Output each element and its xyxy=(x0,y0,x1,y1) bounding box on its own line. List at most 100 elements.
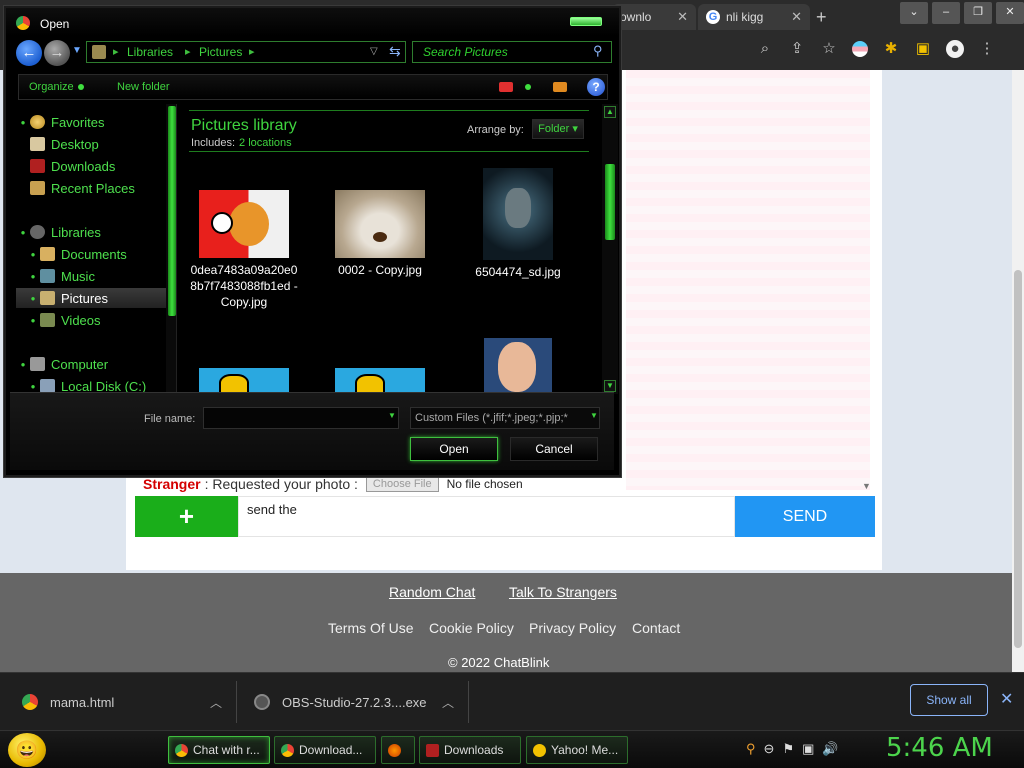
tab-search-button[interactable]: ⌄ xyxy=(900,2,928,24)
file-type-select[interactable]: Custom Files (*.jfif;*.jpeg;*.pjp;* xyxy=(410,407,600,429)
open-button[interactable]: Open xyxy=(410,437,498,461)
download-item[interactable]: OBS-Studio-27.2.3....exe ︿ xyxy=(254,673,454,731)
view-dropdown-icon[interactable] xyxy=(525,84,531,90)
address-bar[interactable]: ▸ Libraries ▸ Pictures ▸ ▽ ⇆ xyxy=(86,41,406,63)
refresh-icon[interactable]: ⇆ xyxy=(389,43,401,60)
close-tab-icon[interactable]: ✕ xyxy=(791,9,802,25)
dialog-titlebar[interactable]: Open xyxy=(6,8,619,36)
breadcrumb-pictures[interactable]: Pictures xyxy=(199,45,242,59)
star-icon[interactable]: ☆ xyxy=(820,40,838,58)
network-tray-icon[interactable]: ▣ xyxy=(802,741,814,757)
footer-link-cookie[interactable]: Cookie Policy xyxy=(429,620,514,636)
expand-icon[interactable]: ● xyxy=(16,118,30,127)
minimize-button[interactable]: – xyxy=(932,2,960,24)
download-item[interactable]: mama.html ︿ xyxy=(22,673,222,731)
organize-button[interactable]: Organize xyxy=(29,81,84,93)
chat-scroll-down-icon[interactable]: ▼ xyxy=(862,481,871,491)
close-downloads-icon[interactable]: ✕ xyxy=(1000,689,1013,709)
recent-locations-dropdown-icon[interactable]: ▼ xyxy=(72,45,82,56)
minus-tray-icon[interactable]: ⊖ xyxy=(764,741,775,757)
nav-item-computer[interactable]: ● Computer xyxy=(16,354,166,374)
file-item[interactable] xyxy=(463,338,573,394)
taskbar-button-chat[interactable]: Chat with r... xyxy=(168,736,270,764)
scroll-down-icon[interactable]: ▼ xyxy=(604,380,616,392)
file-type-dropdown-icon[interactable]: ▼ xyxy=(590,411,598,420)
scroll-up-icon[interactable]: ▲ xyxy=(604,106,616,118)
profile-icon[interactable]: ● xyxy=(946,40,964,58)
expand-icon[interactable]: ● xyxy=(26,316,40,325)
nav-item-music[interactable]: ● Music xyxy=(16,266,166,286)
clock[interactable]: 5:46 AM xyxy=(886,733,993,763)
sidebar-icon[interactable]: ▣ xyxy=(914,40,932,58)
close-window-button[interactable]: ✕ xyxy=(996,2,1024,24)
back-arrow-icon[interactable]: ← xyxy=(16,40,42,66)
file-item[interactable] xyxy=(325,368,435,394)
nav-item-pictures[interactable]: ● Pictures xyxy=(16,288,166,308)
choose-file-button[interactable]: Choose File xyxy=(365,476,439,492)
expand-icon[interactable]: ● xyxy=(26,294,40,303)
cancel-button[interactable]: Cancel xyxy=(510,437,598,461)
help-button[interactable]: ? xyxy=(587,78,605,96)
browser-tab-downloads[interactable]: ownlo ✕ xyxy=(612,4,696,30)
forward-arrow-icon[interactable]: → xyxy=(44,40,70,66)
footer-link-terms[interactable]: Terms Of Use xyxy=(328,620,414,636)
footer-link-contact[interactable]: Contact xyxy=(632,620,680,636)
chevron-up-icon[interactable]: ︿ xyxy=(442,694,454,711)
scrollbar-thumb[interactable] xyxy=(605,164,615,240)
preview-pane-icon[interactable] xyxy=(553,82,567,92)
file-item[interactable]: 6504474_sd.jpg xyxy=(463,168,573,280)
expand-icon[interactable]: ● xyxy=(16,360,30,369)
scrollbar-thumb[interactable] xyxy=(1014,270,1022,648)
file-item[interactable]: 0002 - Copy.jpg xyxy=(325,190,435,278)
expand-icon[interactable]: ● xyxy=(26,250,40,259)
show-all-button[interactable]: Show all xyxy=(910,684,988,716)
chevron-up-icon[interactable]: ︿ xyxy=(210,694,222,711)
page-scrollbar[interactable] xyxy=(1012,70,1024,672)
file-item[interactable]: 0dea7483a09a20e08b7f7483088fb1ed - Copy.… xyxy=(189,190,299,310)
flag-tray-icon[interactable]: ⚑ xyxy=(782,741,794,757)
file-name-dropdown-icon[interactable]: ▼ xyxy=(388,411,396,420)
file-list-scrollbar[interactable]: ▲ ▼ xyxy=(602,104,618,394)
footer-link-privacy[interactable]: Privacy Policy xyxy=(529,620,616,636)
nav-item-recent-places[interactable]: Recent Places xyxy=(16,178,166,198)
arrange-by-dropdown[interactable]: Folder ▾ xyxy=(532,119,584,139)
dialog-close-button[interactable] xyxy=(570,17,602,26)
taskbar-button-download[interactable]: Download... xyxy=(274,736,376,764)
nav-item-documents[interactable]: ● Documents xyxy=(16,244,166,264)
taskbar-button-downloads-folder[interactable]: Downloads xyxy=(419,736,521,764)
breadcrumb-libraries[interactable]: Libraries xyxy=(127,45,173,59)
start-button[interactable]: 😀 xyxy=(8,733,46,767)
close-tab-icon[interactable]: ✕ xyxy=(677,9,688,25)
share-icon[interactable]: ⇪ xyxy=(788,40,806,58)
new-tab-button[interactable]: + xyxy=(816,7,827,28)
footer-link-talk-to-strangers[interactable]: Talk To Strangers xyxy=(509,584,617,600)
attach-button[interactable]: + xyxy=(135,496,238,537)
new-folder-button[interactable]: New folder xyxy=(117,81,170,93)
taskbar-button-firefox[interactable] xyxy=(381,736,415,764)
nav-scrollbar[interactable] xyxy=(166,104,176,394)
zoom-icon[interactable]: ⌕ xyxy=(756,40,774,58)
search-input[interactable]: Search Pictures ⚲ xyxy=(412,41,612,63)
send-button[interactable]: SEND xyxy=(735,496,875,537)
nav-item-favorites[interactable]: ● Favorites xyxy=(16,112,166,132)
message-input[interactable]: send the xyxy=(238,496,735,537)
footer-link-random-chat[interactable]: Random Chat xyxy=(389,584,475,600)
file-item[interactable] xyxy=(189,368,299,394)
includes-locations-link[interactable]: 2 locations xyxy=(239,137,292,149)
expand-icon[interactable]: ● xyxy=(26,272,40,281)
expand-icon[interactable]: ● xyxy=(26,382,40,391)
flag-avatar-icon[interactable] xyxy=(852,41,868,57)
nav-item-downloads[interactable]: Downloads xyxy=(16,156,166,176)
nav-item-desktop[interactable]: Desktop xyxy=(16,134,166,154)
nav-item-videos[interactable]: ● Videos xyxy=(16,310,166,330)
nav-item-libraries[interactable]: ● Libraries xyxy=(16,222,166,242)
menu-icon[interactable]: ⋮ xyxy=(978,40,996,58)
expand-icon[interactable]: ● xyxy=(16,228,30,237)
maximize-button[interactable]: ❐ xyxy=(964,2,992,24)
scrollbar-thumb[interactable] xyxy=(168,106,176,316)
search-icon[interactable]: ⚲ xyxy=(593,43,603,59)
change-view-icon[interactable] xyxy=(499,82,513,92)
file-name-input[interactable] xyxy=(203,407,399,429)
volume-tray-icon[interactable]: 🔊 xyxy=(822,741,838,757)
taskbar-button-yahoo[interactable]: Yahoo! Me... xyxy=(526,736,628,764)
